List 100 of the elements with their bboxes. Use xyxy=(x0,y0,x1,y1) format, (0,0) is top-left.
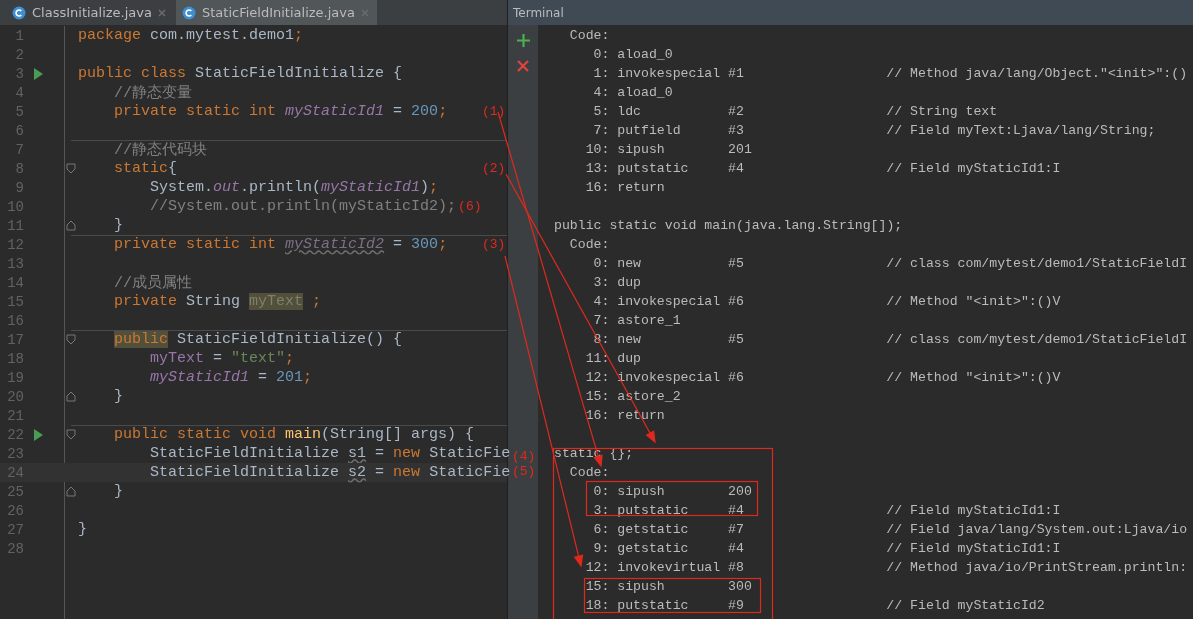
line-number: 13 xyxy=(6,255,24,272)
bytecode-comment: // String text xyxy=(886,104,998,119)
opcode: sipush xyxy=(617,484,666,499)
bytecode-comment: // Method "<init>":()V xyxy=(886,294,1061,309)
bytecode-offset: 7: xyxy=(592,123,610,138)
section-label: Code: xyxy=(569,237,610,252)
bytecode-comment: // class com/mytest/demo1/StaticFieldI xyxy=(886,332,1188,347)
bytecode-offset: 4: xyxy=(592,85,610,100)
add-icon[interactable] xyxy=(514,31,532,49)
bytecode-comment: // Method "<init>":()V xyxy=(886,370,1061,385)
bytecode-offset: 11: xyxy=(584,351,610,366)
opcode: sipush xyxy=(617,579,666,594)
fold-marker-icon[interactable] xyxy=(66,429,76,440)
annotation-label: (6) xyxy=(458,199,482,214)
opcode: new xyxy=(617,332,643,347)
operand: #4 xyxy=(728,161,745,176)
code-line: private static int myStaticId2 = 300; xyxy=(113,236,448,253)
bytecode-offset: 15: xyxy=(584,579,610,594)
line-number: 16 xyxy=(6,312,24,329)
fold-marker-icon[interactable] xyxy=(66,334,76,345)
opcode: new xyxy=(617,256,643,271)
code-line: public class StaticFieldInitialize { xyxy=(78,65,403,82)
panel-title: Terminal xyxy=(513,5,564,20)
bytecode-offset: 18: xyxy=(584,598,610,613)
opcode: astore_1 xyxy=(617,313,682,328)
annotation-label: (3) xyxy=(482,237,506,252)
operand: #6 xyxy=(728,370,745,385)
bytecode-offset: 3: xyxy=(592,503,610,518)
bytecode-offset: 10: xyxy=(584,142,610,157)
bytecode-comment: // Field myStaticId1:I xyxy=(886,161,1061,176)
operand: 201 xyxy=(728,142,753,157)
code-line: //System.out.println(myStaticId2); xyxy=(149,198,457,215)
operand: #9 xyxy=(728,598,745,613)
operand: 300 xyxy=(728,579,753,594)
annotation-label: (2) xyxy=(482,161,506,176)
bytecode-offset: 12: xyxy=(584,370,610,385)
annotation-label: (1) xyxy=(482,104,506,119)
bytecode-offset: 6: xyxy=(592,522,610,537)
code-line: package com.mytest.demo1; xyxy=(78,27,304,44)
bytecode-offset: 1: xyxy=(592,66,610,81)
fold-marker-icon[interactable] xyxy=(66,163,76,174)
code-line: myStaticId1 = 201; xyxy=(149,369,313,386)
operand: #5 xyxy=(728,256,745,271)
bytecode-offset: 15: xyxy=(584,389,610,404)
bytecode-offset: 0: xyxy=(592,256,610,271)
line-number: 7 xyxy=(14,141,24,158)
operand: 200 xyxy=(728,484,753,499)
line-number: 11 xyxy=(6,217,24,234)
class-file-icon xyxy=(12,5,26,20)
fold-marker-icon[interactable] xyxy=(66,486,76,497)
opcode: putstatic xyxy=(617,503,690,518)
bytecode-offset: 4: xyxy=(592,294,610,309)
bytecode-offset: 16: xyxy=(584,180,610,195)
bytecode-offset: 5: xyxy=(592,104,610,119)
line-number: 14 xyxy=(6,274,24,291)
line-number: 3 xyxy=(14,65,24,82)
opcode: invokespecial xyxy=(617,66,722,81)
opcode: putfield xyxy=(617,123,682,138)
line-number: 25 xyxy=(6,483,24,500)
run-icon[interactable] xyxy=(33,428,43,441)
file-tab[interactable]: StaticFieldInitialize.java xyxy=(176,0,377,25)
bytecode-offset: 16: xyxy=(584,408,610,423)
bytecode-comment: // Method java/lang/Object."<init>":() xyxy=(886,66,1188,81)
line-number: 28 xyxy=(6,540,24,557)
code-line: public static void main(String[] args) { xyxy=(113,426,475,443)
code-line: } xyxy=(113,483,124,500)
operand: #3 xyxy=(728,123,745,138)
operand: #2 xyxy=(728,104,745,119)
code-line: static{ xyxy=(113,160,178,177)
line-number: 6 xyxy=(14,122,24,139)
operand: #7 xyxy=(728,522,745,537)
fold-marker-icon[interactable] xyxy=(66,220,76,231)
opcode: aload_0 xyxy=(617,85,674,100)
line-number: 4 xyxy=(14,84,24,101)
close-icon[interactable] xyxy=(158,8,166,17)
line-number: 8 xyxy=(14,160,24,177)
operand: #8 xyxy=(728,560,745,575)
opcode: invokevirtual xyxy=(617,560,722,575)
line-number: 23 xyxy=(6,445,24,462)
bytecode-comment: // Field java/lang/System.out:Ljava/io xyxy=(886,522,1188,537)
class-file-icon xyxy=(182,5,196,20)
line-number: 15 xyxy=(6,293,24,310)
line-number: 9 xyxy=(14,179,24,196)
operand: #4 xyxy=(728,541,745,556)
code-line: private static int myStaticId1 = 200; xyxy=(113,103,448,120)
bytecode-offset: 9: xyxy=(592,541,610,556)
bytecode-offset: 13: xyxy=(584,161,610,176)
line-number: 1 xyxy=(14,27,24,44)
line-number: 5 xyxy=(14,103,24,120)
section-label: Code: xyxy=(569,28,610,43)
opcode: invokespecial xyxy=(617,370,722,385)
fold-marker-icon[interactable] xyxy=(66,391,76,402)
opcode: sipush xyxy=(617,142,666,157)
run-icon[interactable] xyxy=(33,67,43,80)
code-line: //静态代码块 xyxy=(113,140,208,159)
opcode: dup xyxy=(617,275,643,290)
annotation-label: (5) xyxy=(512,464,536,479)
operand: #4 xyxy=(728,503,745,518)
code-line: } xyxy=(113,388,124,405)
operand: #6 xyxy=(728,294,745,309)
